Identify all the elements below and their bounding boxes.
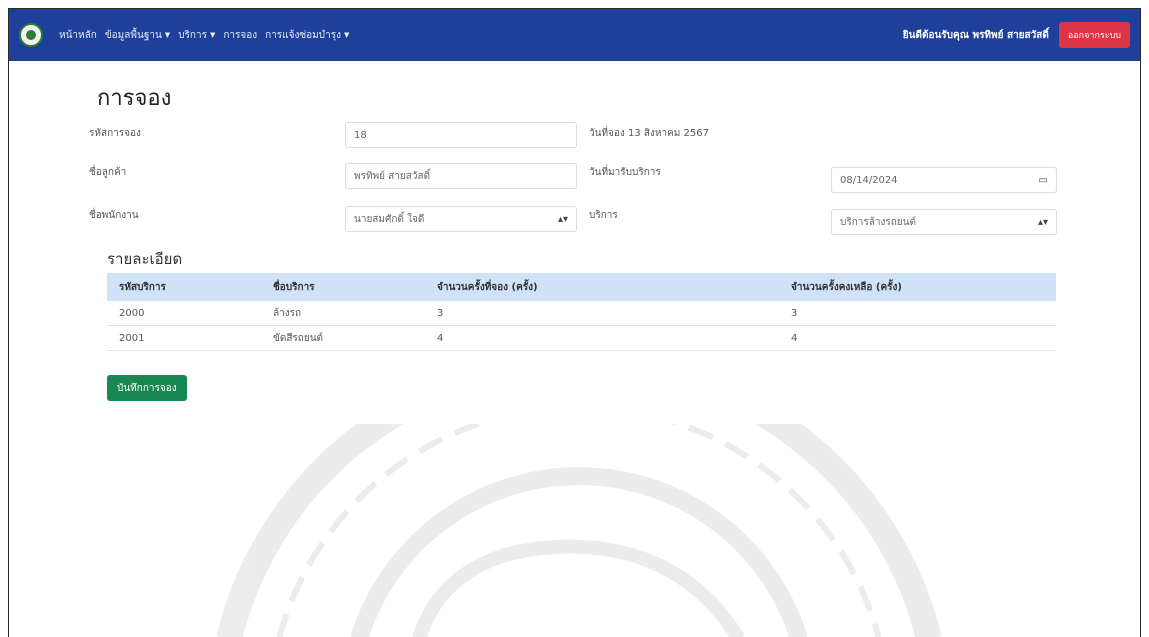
booking-no-input[interactable]: 18 (345, 122, 577, 148)
watermark-seal-icon (216, 424, 942, 637)
cell-service-code: 2000 (107, 301, 261, 326)
booking-no-label: รหัสการจอง (89, 128, 141, 139)
table-header-row: รหัสบริการ ชื่อบริการ จำนวนครั้งที่จอง (… (107, 273, 1056, 301)
col-remaining-count: จำนวนครั้งคงเหลือ (ครั้ง) (779, 273, 1056, 301)
cell-remaining-count: 3 (779, 301, 1056, 326)
chevron-down-icon: ▼ (209, 31, 216, 39)
chevron-down-icon: ▼ (343, 31, 350, 39)
customer-input[interactable]: พรทิพย์ สายสวัสดิ์ (345, 163, 577, 189)
page-title: การจอง (97, 86, 172, 111)
logout-button[interactable]: ออกจากระบบ (1058, 22, 1130, 48)
cell-remaining-count: 4 (779, 325, 1056, 351)
logo-icon[interactable] (19, 23, 43, 47)
nav-link-master-data[interactable]: ข้อมูลพื้นฐาน ▼ (105, 28, 170, 43)
welcome-user-text: ยินดีต้อนรับคุณ พรทิพย์ สายสวัสดิ์ (902, 29, 1049, 41)
nav-link-services[interactable]: บริการ ▼ (178, 28, 215, 43)
cell-service-name: ล้างรถ (261, 301, 425, 326)
nav-link-home[interactable]: หน้าหลัก (59, 28, 97, 43)
details-table: รหัสบริการ ชื่อบริการ จำนวนครั้งที่จอง (… (107, 273, 1056, 351)
cell-booked-count: 3 (425, 301, 779, 326)
service-date-label: วันที่มารับบริการ (589, 167, 661, 178)
service-select[interactable]: บริการล้างรถยนต์ ▴▾ (831, 209, 1057, 235)
cell-booked-count: 4 (425, 325, 779, 351)
details-title: รายละเอียด (107, 250, 183, 268)
customer-label: ชื่อลูกค้า (89, 167, 127, 178)
service-date-input[interactable]: 08/14/2024 ▭ (831, 167, 1057, 193)
booking-date-text: วันที่จอง 13 สิงหาคม 2567 (589, 128, 709, 139)
cell-service-name: ขัดสีรถยนต์ (261, 325, 425, 351)
nav-link-booking[interactable]: การจอง (223, 28, 257, 43)
table-row: 2001 ขัดสีรถยนต์ 4 4 (107, 325, 1056, 351)
app-window: หน้าหลัก ข้อมูลพื้นฐาน ▼ บริการ ▼ การจอง ก… (8, 8, 1141, 637)
cell-service-code: 2001 (107, 325, 261, 351)
chevron-down-icon: ▴▾ (1037, 216, 1048, 228)
calendar-icon[interactable]: ▭ (1039, 175, 1048, 186)
nav-link-maintenance[interactable]: การแจ้งซ่อมบำรุง ▼ (265, 28, 349, 43)
top-navbar: หน้าหลัก ข้อมูลพื้นฐาน ▼ บริการ ▼ การจอง ก… (9, 9, 1140, 61)
employee-label: ชื่อพนักงาน (89, 210, 139, 221)
employee-select[interactable]: นายสมศักดิ์ ใจดี ▴▾ (345, 206, 577, 232)
col-service-name: ชื่อบริการ (261, 273, 425, 301)
service-label: บริการ (589, 210, 618, 221)
save-booking-button[interactable]: บันทึกการจอง (107, 375, 187, 401)
chevron-down-icon: ▼ (164, 31, 171, 39)
table-row: 2000 ล้างรถ 3 3 (107, 301, 1056, 326)
col-service-code: รหัสบริการ (107, 273, 261, 301)
col-booked-count: จำนวนครั้งที่จอง (ครั้ง) (425, 273, 779, 301)
chevron-down-icon: ▴▾ (557, 213, 568, 225)
